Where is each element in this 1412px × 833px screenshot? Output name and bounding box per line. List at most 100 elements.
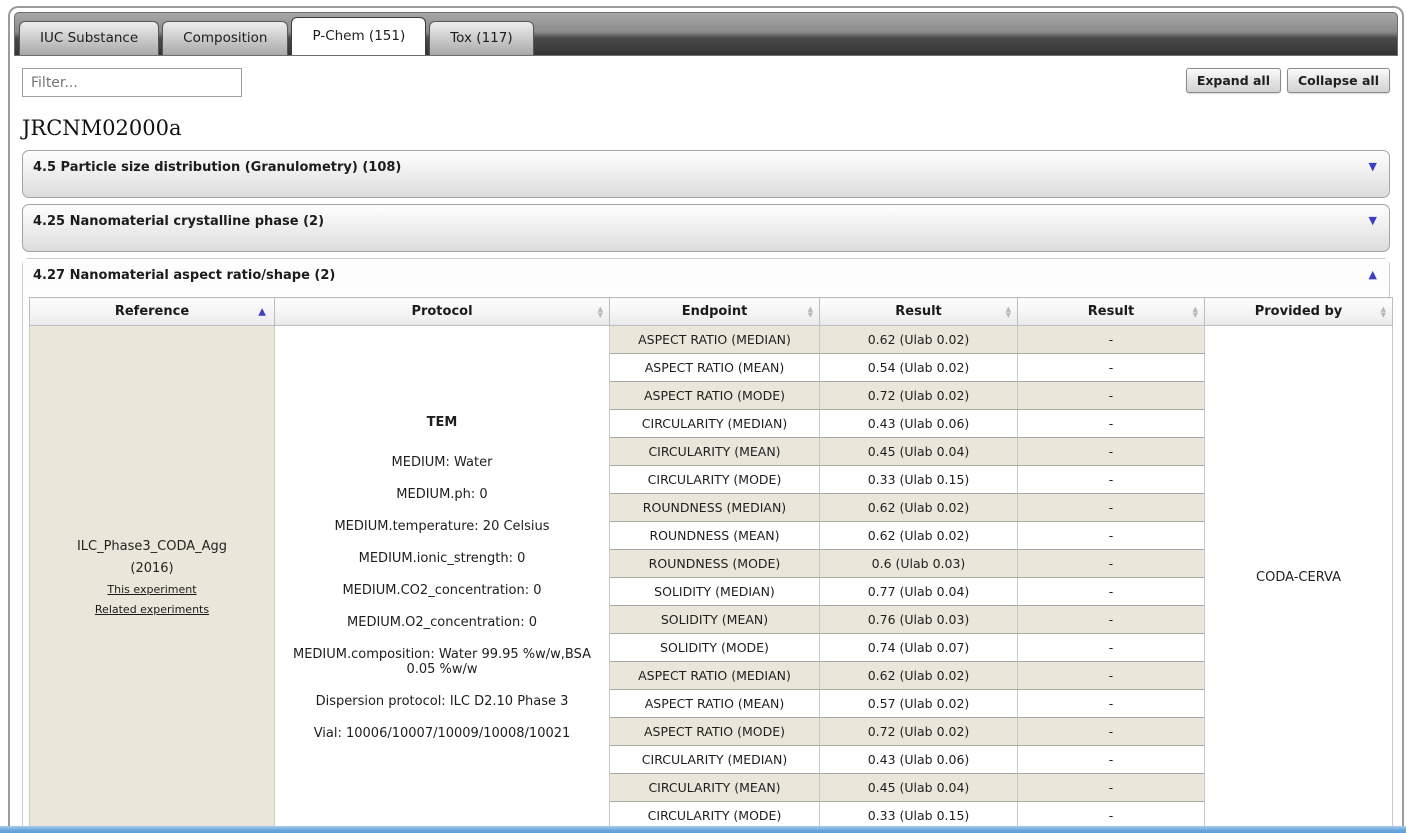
column-label: Result: [895, 304, 942, 319]
result-cell: 0.77 (Ulab 0.04): [820, 578, 1018, 606]
result-cell-secondary: -: [1018, 410, 1205, 438]
page-title: JRCNM02000a: [14, 108, 1398, 150]
endpoint-cell: ASPECT RATIO (MEAN): [610, 354, 820, 382]
tab-p-chem-151-[interactable]: P-Chem (151): [291, 17, 426, 55]
endpoint-cell: CIRCULARITY (MEDIAN): [610, 410, 820, 438]
column-label: Result: [1088, 304, 1135, 319]
column-header-result[interactable]: Result ▲▼: [820, 298, 1018, 326]
endpoint-cell: ROUNDNESS (MEAN): [610, 522, 820, 550]
result-cell-secondary: -: [1018, 550, 1205, 578]
reference-cell: ILC_Phase3_CODA_Agg (2016) This experiment…: [30, 326, 275, 830]
section-title: 4.5 Particle size distribution (Granulom…: [33, 160, 401, 175]
result-cell: 0.72 (Ulab 0.02): [820, 718, 1018, 746]
result-cell-secondary: -: [1018, 466, 1205, 494]
result-cell-secondary: -: [1018, 662, 1205, 690]
result-cell-secondary: -: [1018, 494, 1205, 522]
result-cell-secondary: -: [1018, 382, 1205, 410]
reference-link-this-experiment[interactable]: This experiment: [107, 583, 196, 596]
tab-iuc-substance[interactable]: IUC Substance: [19, 21, 159, 55]
endpoint-cell: SOLIDITY (MODE): [610, 634, 820, 662]
column-header-reference[interactable]: Reference ▲: [30, 298, 275, 326]
column-header-protocol[interactable]: Protocol ▲▼: [275, 298, 610, 326]
tab-tox-117-[interactable]: Tox (117): [429, 21, 533, 55]
section-header-aspect-ratio-shape[interactable]: 4.27 Nanomaterial aspect ratio/shape (2)…: [23, 259, 1389, 289]
protocol-line: MEDIUM.composition: Water 99.95 %w/w,BSA…: [289, 647, 595, 677]
column-header-endpoint[interactable]: Endpoint ▲▼: [610, 298, 820, 326]
result-cell: 0.62 (Ulab 0.02): [820, 522, 1018, 550]
reference-year: (2016): [130, 561, 173, 576]
provided-by-cell: CODA-CERVA: [1205, 326, 1393, 830]
result-cell: 0.57 (Ulab 0.02): [820, 690, 1018, 718]
sort-both-icon: ▲▼: [1193, 306, 1198, 318]
result-cell: 0.62 (Ulab 0.02): [820, 494, 1018, 522]
result-cell: 0.62 (Ulab 0.02): [820, 662, 1018, 690]
protocol-cell: TEMMEDIUM: WaterMEDIUM.ph: 0MEDIUM.tempe…: [275, 326, 610, 830]
sort-ascending-icon: ▲: [258, 306, 266, 317]
section-title: 4.25 Nanomaterial crystalline phase (2): [33, 214, 324, 229]
result-cell-secondary: -: [1018, 774, 1205, 802]
endpoint-cell: SOLIDITY (MEDIAN): [610, 578, 820, 606]
result-cell: 0.74 (Ulab 0.07): [820, 634, 1018, 662]
protocol-line: Dispersion protocol: ILC D2.10 Phase 3: [289, 694, 595, 709]
column-label: Endpoint: [682, 304, 748, 319]
chevron-down-icon: ▼: [1369, 214, 1377, 227]
endpoint-cell: ROUNDNESS (MODE): [610, 550, 820, 578]
result-cell: 0.33 (Ulab 0.15): [820, 466, 1018, 494]
chevron-up-icon: ▲: [1369, 268, 1377, 281]
protocol-line: Vial: 10006/10007/10009/10008/10021: [289, 726, 595, 741]
accordion-controls: Expand all Collapse all: [1186, 68, 1390, 93]
result-cell: 0.45 (Ulab 0.04): [820, 438, 1018, 466]
reference-name: ILC_Phase3_CODA_Agg: [77, 539, 227, 554]
result-cell-secondary: -: [1018, 690, 1205, 718]
result-cell: 0.76 (Ulab 0.03): [820, 606, 1018, 634]
result-cell: 0.62 (Ulab 0.02): [820, 326, 1018, 354]
sort-both-icon: ▲▼: [598, 306, 603, 318]
protocol-line: MEDIUM.ph: 0: [289, 487, 595, 502]
reference-link-related-experiments[interactable]: Related experiments: [95, 603, 209, 616]
collapse-all-button[interactable]: Collapse all: [1287, 68, 1390, 93]
column-header-result[interactable]: Result ▲▼: [1018, 298, 1205, 326]
tab-composition[interactable]: Composition: [162, 21, 288, 55]
result-cell-secondary: -: [1018, 746, 1205, 774]
table-row: ILC_Phase3_CODA_Agg(2016)This experiment…: [30, 326, 1393, 354]
tab-bar: IUC SubstanceCompositionP-Chem (151)Tox …: [14, 12, 1398, 56]
column-label: Provided by: [1255, 304, 1343, 319]
section-header-particle-size[interactable]: 4.5 Particle size distribution (Granulom…: [22, 150, 1390, 198]
result-cell: 0.6 (Ulab 0.03): [820, 550, 1018, 578]
endpoint-cell: CIRCULARITY (MODE): [610, 466, 820, 494]
column-label: Reference: [115, 304, 189, 319]
protocol-line: MEDIUM.ionic_strength: 0: [289, 551, 595, 566]
result-cell: 0.43 (Ulab 0.06): [820, 746, 1018, 774]
result-cell-secondary: -: [1018, 438, 1205, 466]
endpoint-cell: ASPECT RATIO (MEAN): [610, 690, 820, 718]
endpoint-cell: ASPECT RATIO (MODE): [610, 382, 820, 410]
section-title: 4.27 Nanomaterial aspect ratio/shape (2): [33, 268, 335, 283]
result-cell-secondary: -: [1018, 354, 1205, 382]
sort-both-icon: ▲▼: [1006, 306, 1011, 318]
chevron-down-icon: ▼: [1369, 160, 1377, 173]
endpoint-cell: CIRCULARITY (MEDIAN): [610, 746, 820, 774]
sort-both-icon: ▲▼: [808, 306, 813, 318]
result-cell: 0.72 (Ulab 0.02): [820, 382, 1018, 410]
endpoint-cell: ASPECT RATIO (MEDIAN): [610, 326, 820, 354]
result-cell-secondary: -: [1018, 326, 1205, 354]
expand-all-button[interactable]: Expand all: [1186, 68, 1281, 93]
section-header-crystalline-phase[interactable]: 4.25 Nanomaterial crystalline phase (2) …: [22, 204, 1390, 252]
endpoint-cell: ASPECT RATIO (MODE): [610, 718, 820, 746]
column-label: Protocol: [411, 304, 472, 319]
sort-both-icon: ▲▼: [1381, 306, 1386, 318]
column-header-provided-by[interactable]: Provided by ▲▼: [1205, 298, 1393, 326]
results-table: Reference▲Protocol▲▼Endpoint▲▼Result▲▼Re…: [29, 297, 1393, 830]
result-cell: 0.45 (Ulab 0.04): [820, 774, 1018, 802]
protocol-line: MEDIUM: Water: [289, 455, 595, 470]
filter-input[interactable]: [22, 68, 242, 97]
protocol-method: TEM: [289, 415, 595, 430]
result-cell-secondary: -: [1018, 606, 1205, 634]
content: 4.5 Particle size distribution (Granulom…: [14, 150, 1398, 833]
result-cell: 0.54 (Ulab 0.02): [820, 354, 1018, 382]
result-cell-secondary: -: [1018, 634, 1205, 662]
page-frame: IUC SubstanceCompositionP-Chem (151)Tox …: [8, 6, 1404, 833]
protocol-line: MEDIUM.CO2_concentration: 0: [289, 583, 595, 598]
endpoint-cell: CIRCULARITY (MEAN): [610, 438, 820, 466]
result-cell-secondary: -: [1018, 718, 1205, 746]
